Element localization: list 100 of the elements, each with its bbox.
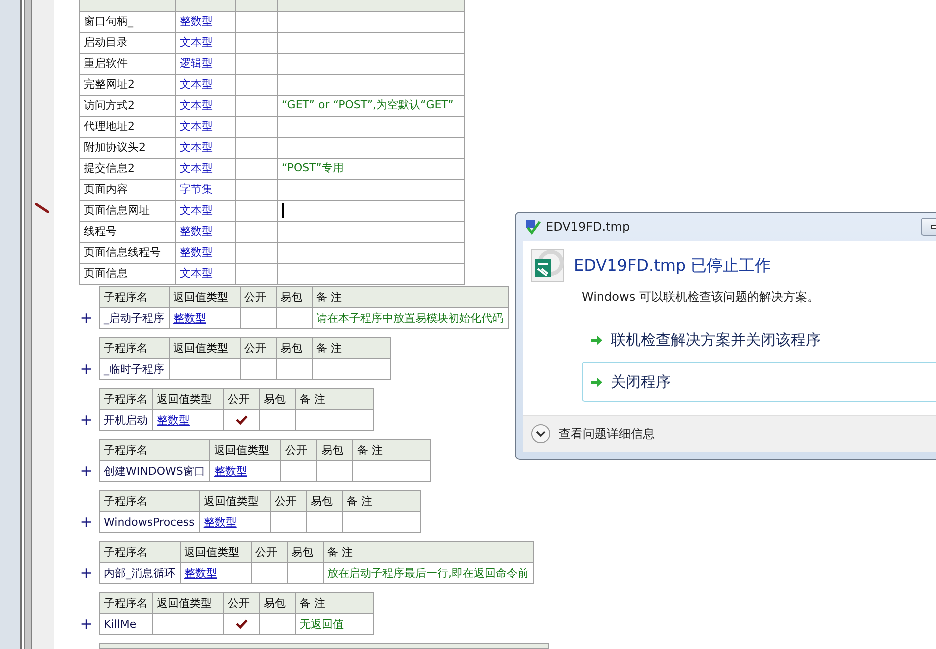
column-header: 公开 [224,388,260,410]
column-header: 备 注 [312,286,508,308]
note-cell[interactable] [278,242,464,263]
column-header: 备 注 [323,542,534,563]
command-link[interactable]: 联机检查解决方案并关闭该程序 [582,320,936,360]
column-header: 公开 [251,542,287,563]
subroutine-name: 创建WINDOWS窗口 [100,460,210,482]
checkmark-icon [236,415,248,426]
column-header: 公开 [240,286,276,308]
table-cell [236,137,278,158]
table-cell [236,158,278,179]
note-cell[interactable] [278,200,464,221]
subroutine-name: _启动子程序 [100,308,169,329]
subroutine-name: WindowsProcess [100,512,200,533]
expand-sign[interactable]: + [74,359,99,380]
return-type: 整数型 [169,308,240,329]
expand-sign[interactable]: + [74,308,99,330]
column-header: 备 注 [296,388,374,410]
note-cell[interactable] [278,179,464,200]
table-cell [236,11,278,32]
command-link[interactable]: 关闭程序 [582,362,936,402]
expand-sign[interactable]: + [74,563,99,584]
variable-type: 文本型 [176,200,236,221]
arrow-icon [591,334,603,346]
note-cell[interactable] [278,74,464,95]
subroutine-name: 开机启动 [100,410,152,431]
note-cell: 请在本子程序中放置易模块初始化代码 [312,308,508,329]
column-header: 返回值类型 [180,542,251,563]
note-cell[interactable] [278,116,464,137]
table-cell [236,74,278,95]
column-header: 子程序名 [100,388,152,410]
splitter-bar[interactable] [24,0,32,649]
note-cell[interactable] [278,263,464,284]
checkmark-icon [236,619,248,630]
note-cell[interactable]: “POST”专用 [278,158,464,179]
column-header: 易包 [276,338,312,359]
column-header: 子程序名 [100,592,152,614]
variable-type: 字节集 [176,179,236,200]
expand-sign[interactable]: + [74,614,99,636]
column-header: 易包 [287,542,323,563]
variable-type: 整数型 [176,242,236,263]
variable-type: 文本型 [176,137,236,158]
note-cell[interactable] [278,11,464,32]
expand-sign[interactable]: + [74,461,99,482]
column-header: 易包 [316,440,353,461]
note-cell[interactable] [278,32,464,53]
expand-sign[interactable]: + [74,410,99,432]
expand-sign[interactable]: + [74,512,99,534]
table-cell [287,562,323,584]
column-header: 公开 [240,338,276,359]
variable-name: 访问方式2 [80,95,176,116]
column-header: 返回值类型 [152,592,224,614]
note-cell[interactable]: “GET” or “POST”,为空默认“GET” [278,95,464,116]
table-cell [236,116,278,137]
column-header: 返回值类型 [169,286,240,308]
note-cell[interactable] [278,221,464,242]
column-header: 易包 [306,490,342,512]
variable-type: 文本型 [176,32,236,53]
variable-type: 整数型 [176,11,236,32]
column-header: 备 注 [352,440,431,461]
variable-type: 文本型 [176,95,236,116]
table-cell [236,221,278,242]
variable-type: 整数型 [176,221,236,242]
return-type: 整数型 [210,460,281,482]
table-cell [236,32,278,53]
variable-name: 线程号 [80,221,176,242]
column-header: 备 注 [296,592,374,614]
column-header: 返回值类型 [199,490,270,512]
return-type [169,358,240,380]
return-type: 整数型 [180,562,251,584]
column-header: 子程序名 [100,542,180,563]
chevron-down-icon[interactable] [531,424,551,444]
column-header: 易包 [260,388,296,410]
column-header: 公开 [224,592,260,614]
variable-name: 代理地址2 [80,116,176,137]
variable-name: 附加协议头2 [80,137,176,158]
table-cell [306,512,342,533]
column-header: 返回值类型 [152,388,224,410]
variable-type: 逻辑型 [176,53,236,74]
column-header: 子程序名 [100,490,200,512]
column-header: 公开 [280,440,317,461]
table-cell [236,200,278,221]
app-icon [525,219,541,235]
table-cell [236,179,278,200]
column-header: 返回值类型 [169,338,240,359]
return-type: 整数型 [152,410,224,431]
table-cell [276,308,312,329]
variable-type: 文本型 [176,116,236,137]
pencil-icon [35,203,49,213]
table-cell [316,460,353,482]
window-title: EDV19FD.tmp [546,219,630,236]
note-cell: 放在启动子程序最后一行,即在返回命令前 [323,562,534,584]
variable-name: 提交信息2 [80,158,176,179]
variable-type: 文本型 [176,74,236,95]
variable-name: 窗口句柄_ [80,11,176,32]
note-cell[interactable] [278,53,464,74]
details-toggle[interactable]: 查看问题详细信息 [559,425,655,443]
column-header: 备 注 [342,490,420,512]
note-cell[interactable] [278,137,464,158]
variable-name: 页面内容 [80,179,176,200]
